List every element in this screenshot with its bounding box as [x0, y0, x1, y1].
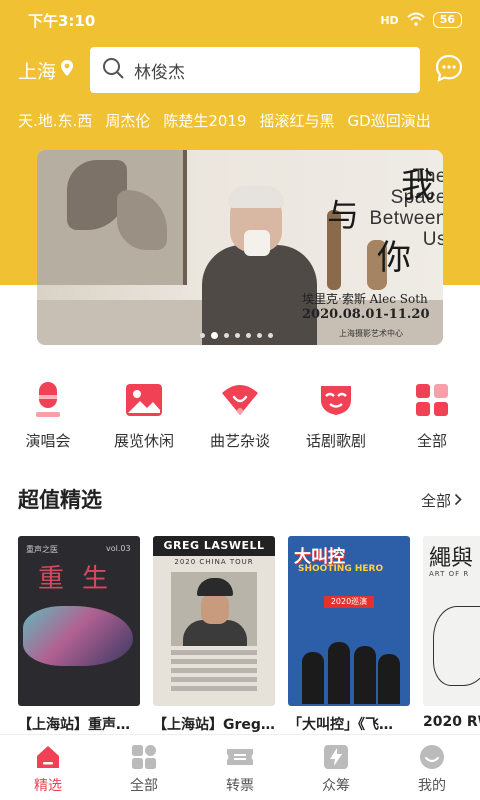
- location-pin-icon: [60, 59, 74, 82]
- banner-title-char: 我: [401, 166, 435, 206]
- poster-image: 重声之医 vol.03 重生: [18, 536, 140, 706]
- featured-card[interactable]: 繩與 ART OF R 2020 RW: [423, 536, 480, 730]
- chat-bubble-icon: [434, 53, 464, 87]
- hot-tag[interactable]: 周杰伦: [105, 110, 150, 131]
- featured-card[interactable]: 重声之医 vol.03 重生 【上海站】重声…: [18, 536, 140, 734]
- hot-tag[interactable]: 天.地.东.西: [18, 110, 92, 131]
- category-label: 曲艺杂谈: [209, 432, 270, 450]
- banner-artist: 埃里克·索斯 Alec Soth: [302, 292, 428, 306]
- poster-image: 大叫控 SHOOTING HERO 2020巡演: [288, 536, 410, 706]
- search-input[interactable]: 林俊杰: [90, 47, 420, 93]
- tab-resale[interactable]: 转票: [192, 735, 288, 800]
- banner-venue: 上海摄影艺术中心: [339, 329, 403, 338]
- microphone-icon: [26, 378, 70, 422]
- wifi-icon: [407, 11, 425, 30]
- hot-tag[interactable]: 摇滚红与黑: [260, 110, 335, 131]
- featured-card[interactable]: 大叫控 SHOOTING HERO 2020巡演 「大叫控」《飞…: [288, 536, 410, 734]
- status-time: 下午3:10: [28, 11, 96, 30]
- poster-art-text: vol.03: [106, 544, 131, 553]
- featured-card[interactable]: GREG LASWELL 2020 CHINA TOUR 【上海站】Greg…: [153, 536, 275, 734]
- featured-list: 重声之医 vol.03 重生 【上海站】重声… GREG LASWELL 202…: [18, 536, 480, 736]
- hot-search-tags: 天.地.东.西 周杰伦 陈楚生2019 摇滚红与黑 GD巡回演出: [18, 110, 444, 131]
- section-title: 超值精选: [18, 488, 102, 512]
- category-grid: 演唱会 展览休闲 曲艺杂谈 话剧歌剧 全部: [0, 378, 480, 451]
- hot-tag[interactable]: GD巡回演出: [348, 110, 431, 131]
- banner-dates: 2020.08.01-11.20: [302, 307, 430, 322]
- carousel-dot[interactable]: [268, 333, 273, 338]
- city-label: 上海: [18, 60, 57, 83]
- city-selector[interactable]: 上海: [18, 57, 84, 84]
- poster-art-text: SHOOTING HERO: [298, 564, 384, 574]
- category-drama[interactable]: 话剧歌剧: [288, 378, 384, 451]
- card-title: 【上海站】Greg…: [153, 717, 275, 733]
- bottom-tab-bar: 精选 全部 转票 众筹 我的: [0, 734, 480, 800]
- message-button[interactable]: [433, 54, 465, 86]
- card-title: 2020 RW: [423, 714, 480, 730]
- banner-painting: [37, 150, 187, 285]
- poster-art-text: 重生: [38, 564, 127, 594]
- fan-icon: [218, 378, 262, 422]
- poster-art-text: GREG LASWELL: [153, 536, 275, 556]
- picture-icon: [122, 378, 166, 422]
- banner-title-char: 与: [327, 196, 360, 234]
- category-label: 话剧歌剧: [305, 432, 366, 450]
- tab-featured[interactable]: 精选: [0, 735, 96, 800]
- status-icons: HD 56: [380, 11, 462, 30]
- category-concert[interactable]: 演唱会: [0, 378, 96, 451]
- category-exhibition[interactable]: 展览休闲: [96, 378, 192, 451]
- carousel-indicator[interactable]: [200, 332, 273, 339]
- see-all-label: 全部: [420, 492, 451, 510]
- carousel-dot[interactable]: [235, 333, 240, 338]
- mask-icon: [314, 378, 358, 422]
- tab-crowdfunding[interactable]: 众筹: [288, 735, 384, 800]
- poster-art-text: ART OF R: [429, 570, 470, 578]
- ticket-icon: [226, 743, 254, 771]
- promo-banner[interactable]: The Space Between Us 我 与 你 埃里克·索斯 Alec S…: [37, 150, 443, 345]
- tab-label: 我的: [418, 778, 446, 794]
- card-title: 「大叫控」《飞…: [288, 717, 393, 733]
- grid-icon: [410, 378, 454, 422]
- poster-art-text: 2020 CHINA TOUR: [174, 558, 254, 566]
- see-all-link[interactable]: 全部: [421, 490, 462, 511]
- carousel-dot[interactable]: [224, 333, 229, 338]
- poster-art-text: 2020巡演: [324, 596, 374, 608]
- chevron-right-icon: [454, 492, 462, 510]
- category-label: 全部: [416, 432, 447, 450]
- category-label: 演唱会: [25, 432, 71, 450]
- tab-label: 全部: [130, 778, 158, 794]
- poster-art-text: 繩與: [429, 546, 474, 571]
- status-bar: 下午3:10 HD 56: [0, 0, 480, 40]
- category-label: 展览休闲: [113, 432, 174, 450]
- poster-art-text: 重声之医: [26, 545, 58, 554]
- hot-tag[interactable]: 陈楚生2019: [163, 110, 246, 131]
- poster-image: GREG LASWELL 2020 CHINA TOUR: [153, 536, 275, 706]
- category-all[interactable]: 全部: [384, 378, 480, 451]
- tab-profile[interactable]: 我的: [384, 735, 480, 800]
- poster-image: 繩與 ART OF R: [423, 536, 480, 706]
- profile-icon: [418, 743, 446, 771]
- carousel-dot[interactable]: [211, 332, 218, 339]
- category-opera-talk[interactable]: 曲艺杂谈: [192, 378, 288, 451]
- carousel-dot[interactable]: [257, 333, 262, 338]
- carousel-dot[interactable]: [246, 333, 251, 338]
- home-icon: [34, 743, 62, 771]
- carousel-dot[interactable]: [200, 333, 205, 338]
- tab-label: 转票: [226, 778, 254, 794]
- signal-icon: HD: [380, 13, 399, 27]
- tab-all[interactable]: 全部: [96, 735, 192, 800]
- battery-icon: 56: [432, 12, 462, 28]
- search-icon: [102, 57, 124, 83]
- tab-label: 精选: [34, 778, 62, 794]
- banner-person-photo: [202, 186, 317, 345]
- banner-title-char: 你: [377, 238, 411, 278]
- search-query-text: 林俊杰: [134, 62, 185, 83]
- card-title: 【上海站】重声…: [18, 717, 130, 733]
- lightning-icon: [322, 743, 350, 771]
- tab-label: 众筹: [322, 778, 350, 794]
- search-row: 上海 林俊杰: [0, 46, 480, 94]
- category-icon: [130, 743, 158, 771]
